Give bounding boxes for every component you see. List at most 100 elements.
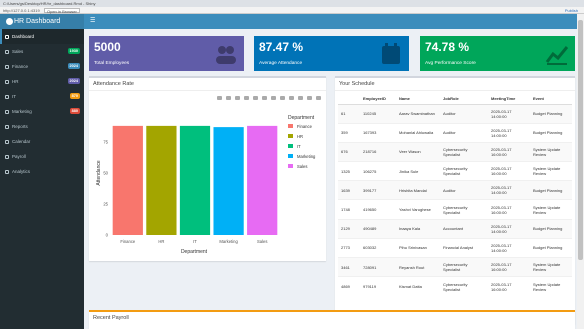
bar-finance[interactable] [112,125,143,235]
attendance-bar-chart[interactable]: 0 25 50 75 Finance HR IT Marketing Sales Attend… [89,91,326,261]
legend-item-sales[interactable]: Sales [288,164,307,169]
plot-modebar[interactable] [217,96,321,100]
column-header[interactable] [338,94,360,105]
box-select-icon[interactable] [262,96,267,100]
count-badge: 2024 [67,78,80,84]
pan-icon[interactable] [253,96,258,100]
legend-item-hr[interactable]: HR [288,134,303,139]
table-cell: 3461 [338,256,360,277]
table-cell: Kismat Datta [396,276,440,296]
box-title: Your Schedule [339,81,375,87]
reset-icon[interactable] [289,96,294,100]
lasso-icon[interactable] [271,96,276,100]
kpi-label: Total Employees [94,61,130,66]
table-row[interactable]: 2773 603032 Pihu Srinivasan Financial Analy… [338,237,572,258]
table-cell: 1748 [338,199,360,220]
sidebar-item-payroll[interactable]: Payroll [0,149,84,164]
marketing-icon [5,110,9,114]
column-header[interactable]: Name [396,94,440,105]
compare-icon[interactable] [316,96,321,100]
hover-icon[interactable] [307,96,312,100]
page-scrollbar[interactable] [577,14,584,329]
sidebar-toggle-icon[interactable]: ☰ [90,18,96,25]
table-cell: 2025-03-17 14:00:00 [488,218,530,239]
table-row[interactable]: 4869 979119 Kismat Datta Cybersecurity Spec… [338,276,572,296]
table-row[interactable]: 1325 106275 Jinika Sule Cybersecurity Speci… [338,161,572,181]
legend-item-finance[interactable]: Finance [288,124,313,129]
table-row[interactable]: 3461 728091 Reyansh Rout Cybersecurity Spec… [338,256,572,277]
sidebar-item-sales[interactable]: Sales 1930 [0,44,84,59]
bar-it[interactable] [179,125,211,235]
sidebar-item-label: IT [12,94,16,99]
zoom-out-icon[interactable] [244,96,249,100]
table-row[interactable]: 1639 399177 Hrishita Mandal Auditor 2025-03-… [338,180,572,200]
zoom-in-icon[interactable] [235,96,240,100]
table-cell: Cybersecurity Specialist [440,141,488,162]
table-row[interactable]: 359 167393 Mohanlal Ahluwalia Auditor 2025-0… [338,122,572,143]
app-logo[interactable]: HR Dashboard [0,14,84,29]
legend-item-marketing[interactable]: Marketing [288,154,316,159]
table-cell: Auditor [440,180,488,200]
table-cell: 979119 [360,276,396,296]
count-badge: 880 [69,108,80,114]
legend-swatch [288,144,293,148]
table-cell: 2025-03-17 14:00:00 [488,237,530,258]
x-axis-label: Department [181,249,208,255]
table-cell: 2025-03-17 16:00:00 [488,276,530,296]
open-in-browser-button[interactable]: Open in Browser [44,8,80,14]
sidebar-item-reports[interactable]: Reports [0,119,84,134]
spike-icon[interactable] [298,96,303,100]
table-cell: 218716 [360,141,396,162]
publish-button[interactable]: Publish [565,8,578,13]
sidebar-item-label: Reports [12,124,28,129]
table-row[interactable]: 1748 419650 Yashvi Varughese Cybersecurity … [338,199,572,220]
table-cell: Yashvi Varughese [396,199,440,220]
value-box-total-employees: 5000 Total Employees [89,36,244,71]
sidebar-item-calendar[interactable]: Calendar [0,134,84,149]
table-cell: 399177 [360,180,396,200]
bar-hr[interactable] [146,125,177,235]
table-cell: 359 [338,122,360,143]
chart-legend[interactable]: Finance HR IT Marketing Sales [288,124,316,169]
sidebar-item-dashboard[interactable]: Dashboard [0,29,84,44]
table-cell: 4869 [338,276,360,296]
users-icon [216,46,236,64]
table-cell: 2025-03-17 16:00:00 [488,256,530,277]
bar-sales[interactable] [247,125,278,235]
sidebar-item-it[interactable]: IT 870 [0,89,84,104]
sidebar-item-hr[interactable]: HR 2024 [0,74,84,89]
divider [335,90,575,91]
column-header[interactable]: Event [530,94,572,105]
sidebar-item-finance[interactable]: Finance 2024 [0,59,84,74]
table-cell: Auditor [440,103,488,124]
schedule-box: Your Schedule EmployeeID Name JobRole Meeti… [335,76,575,324]
x-tick-label: Marketing [219,239,238,244]
table-row[interactable]: 676 218716 Veer Wason Cybersecurity Special… [338,141,572,162]
table-cell: 2129 [338,218,360,239]
legend-item-it[interactable]: IT [288,144,301,149]
column-header[interactable]: MeetingTime [488,94,530,105]
user-circle-icon [6,18,13,25]
y-tick-label: 50 [103,171,108,176]
table-cell: System Update Review [530,276,572,296]
legend-swatch [288,124,293,128]
legend-swatch [288,134,293,138]
box-title: Recent Payroll [93,315,129,321]
table-row[interactable]: 2129 490489 Inaaya Kala Accountant 2025-03-1… [338,218,572,239]
sidebar-item-marketing[interactable]: Marketing 880 [0,104,84,119]
url-field[interactable]: http://127.0.0.1:4319 [3,8,40,13]
kpi-value: 74.78 % [425,40,470,54]
legend-label: Marketing [297,154,316,159]
zoom-icon[interactable] [226,96,231,100]
sidebar-item-analytics[interactable]: Analytics [0,164,84,179]
y-axis-label: Attendance [96,160,102,186]
scrollbar-thumb[interactable] [578,20,583,260]
column-header[interactable]: JobRole [440,94,488,105]
autoscale-icon[interactable] [280,96,285,100]
column-header[interactable]: EmployeeID [360,94,396,105]
bar-marketing[interactable] [213,127,244,235]
table-row[interactable]: 61 110245 Aarav Swaminathan Auditor 2025-03-… [338,103,572,124]
camera-icon[interactable] [217,96,222,100]
legend-label: HR [297,134,303,139]
table-cell: 490489 [360,218,396,239]
